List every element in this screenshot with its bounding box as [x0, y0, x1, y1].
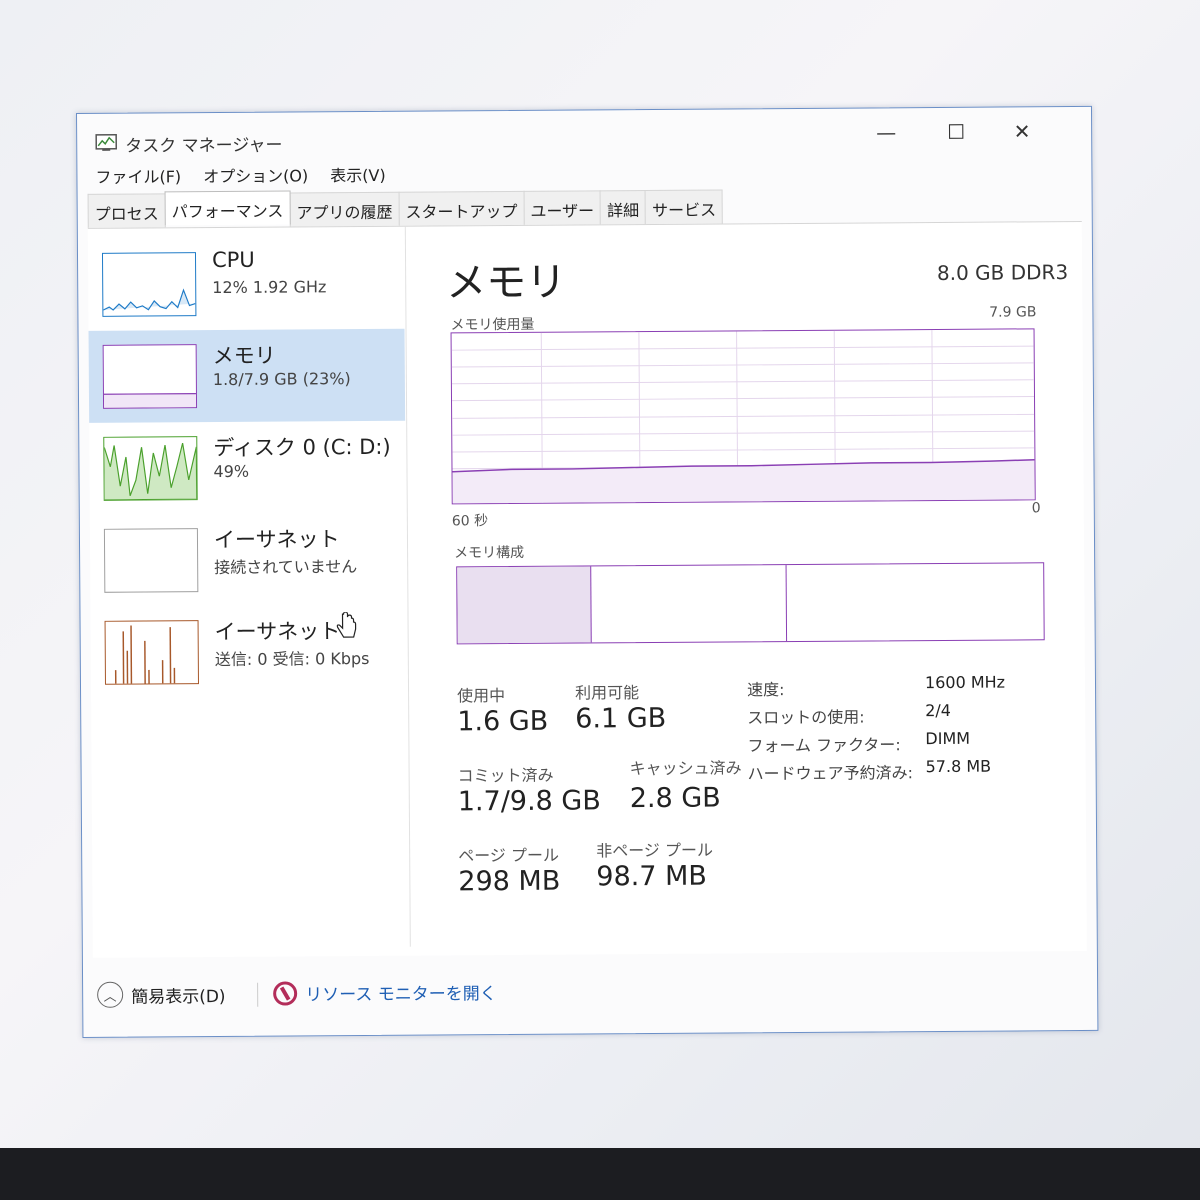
hardware-reserved-label: ハードウェア予約済み:: [747, 763, 914, 784]
graph-time-left: 60 秒: [451, 513, 489, 530]
speed-label: 速度:: [746, 680, 785, 700]
composition-label: メモリ構成: [454, 544, 525, 562]
in-use-value: 1.6 GB: [457, 705, 549, 738]
chevron-up-icon: ︿: [97, 981, 124, 1008]
paged-pool-label: ページ プール: [458, 845, 560, 866]
sidebar-item-title: イーサネット: [213, 527, 340, 553]
maximize-button[interactable]: ☐: [933, 116, 979, 148]
menu-options[interactable]: オプション(O): [203, 162, 308, 191]
task-manager-icon: [95, 133, 118, 151]
tab-app-history[interactable]: アプリの履歴: [289, 191, 400, 227]
simple-view-label: 簡易表示(D): [131, 986, 226, 1008]
menu-file[interactable]: ファイル(F): [95, 163, 181, 192]
menu-view[interactable]: 表示(V): [330, 162, 386, 190]
resource-monitor-icon: [273, 980, 298, 1006]
simple-view-button[interactable]: ︿ 簡易表示(D): [97, 981, 226, 1008]
sidebar-item-subtitle: 12% 1.92 GHz: [212, 277, 327, 298]
tab-processes[interactable]: プロセス: [87, 193, 166, 228]
form-factor-label: フォーム ファクター:: [747, 735, 901, 756]
sidebar-item-subtitle: 1.8/7.9 GB (23%): [212, 369, 351, 390]
available-label: 利用可能: [574, 683, 640, 703]
cached-label: キャッシュ済み: [629, 758, 742, 779]
window-title: タスク マネージャー: [125, 135, 283, 157]
cpu-thumbnail-graph: [101, 252, 197, 317]
sidebar-item-cpu[interactable]: CPU 12% 1.92 GHz: [88, 237, 405, 331]
sidebar-item-memory[interactable]: メモリ 1.8/7.9 GB (23%): [88, 328, 406, 423]
monitor-bezel: [0, 1148, 1200, 1200]
tab-startup[interactable]: スタートアップ: [398, 190, 525, 226]
footer-separator: [257, 982, 259, 1007]
memory-thumbnail-graph: [102, 344, 198, 409]
available-value: 6.1 GB: [575, 702, 667, 735]
sidebar-item-ethernet-2[interactable]: イーサネット 送信: 0 受信: 0 Kbps: [90, 605, 407, 699]
usage-graph-max: 7.9 GB: [989, 304, 1037, 321]
sidebar-item-title: イーサネット: [214, 619, 341, 645]
in-use-label: 使用中: [457, 686, 506, 706]
open-resource-monitor-link[interactable]: リソース モニターを開く: [273, 979, 497, 1006]
speed-value: 1600 MHz: [924, 672, 1006, 693]
graph-time-right: 0: [1031, 500, 1041, 517]
footer-bar: ︿ 簡易表示(D) リソース モニターを開く: [93, 967, 1073, 1014]
committed-value: 1.7/9.8 GB: [457, 785, 601, 818]
nonpaged-pool-label: 非ページ プール: [596, 840, 714, 861]
hardware-reserved-value: 57.8 MB: [925, 756, 992, 777]
menu-bar: ファイル(F) オプション(O) 表示(V): [77, 162, 385, 192]
close-button[interactable]: ✕: [999, 115, 1045, 147]
sidebar-item-title: メモリ: [212, 343, 276, 369]
performance-pane: CPU 12% 1.92 GHz メモリ 1.8/7.9 GB (23%) ディ…: [87, 220, 1087, 958]
nonpaged-pool-value: 98.7 MB: [596, 860, 707, 893]
paged-pool-value: 298 MB: [458, 865, 561, 898]
disk-thumbnail-graph: [103, 436, 198, 501]
sidebar-item-disk[interactable]: ディスク 0 (C: D:) 49%: [89, 421, 406, 515]
task-manager-window: タスク マネージャー — ☐ ✕ ファイル(F) オプション(O) 表示(V) …: [76, 105, 1099, 1038]
ethernet-1-thumbnail-graph: [103, 528, 199, 593]
committed-label: コミット済み: [457, 765, 554, 786]
minimize-button[interactable]: —: [863, 116, 909, 148]
hand-cursor-icon: [336, 612, 357, 638]
tab-performance[interactable]: パフォーマンス: [164, 190, 291, 226]
cached-value: 2.8 GB: [629, 782, 721, 815]
memory-usage-graph: [450, 328, 1036, 505]
sidebar-item-subtitle: 接続されていません: [214, 557, 358, 578]
resource-monitor-label: リソース モニターを開く: [305, 984, 497, 1006]
sidebar-item-title: ディスク 0 (C: D:): [213, 434, 391, 461]
sidebar-item-title: CPU: [211, 247, 255, 273]
memory-detail-panel: メモリ 8.0 GB DDR3 メモリ使用量 7.9 GB 60 秒 0 メモリ…: [428, 222, 1083, 947]
memory-spec: 8.0 GB DDR3: [936, 260, 1069, 285]
tab-details[interactable]: 詳細: [599, 190, 647, 225]
slots-used-value: 2/4: [925, 700, 952, 721]
resource-sidebar: CPU 12% 1.92 GHz メモリ 1.8/7.9 GB (23%) ディ…: [87, 226, 411, 949]
slots-used-label: スロットの使用:: [747, 707, 865, 728]
memory-composition-bar: [456, 562, 1045, 645]
ethernet-2-thumbnail-graph: [104, 620, 199, 685]
page-title: メモリ: [446, 259, 567, 307]
title-bar[interactable]: タスク マネージャー — ☐ ✕: [77, 107, 1091, 160]
tab-services[interactable]: サービス: [644, 189, 724, 225]
sidebar-item-subtitle: 49%: [213, 461, 250, 482]
sidebar-item-subtitle: 送信: 0 受信: 0 Kbps: [214, 648, 370, 670]
tab-users[interactable]: ユーザー: [523, 190, 602, 225]
sidebar-item-ethernet-1[interactable]: イーサネット 接続されていません: [90, 513, 407, 607]
form-factor-value: DIMM: [925, 728, 971, 749]
tab-bar: プロセス パフォーマンス アプリの履歴 スタートアップ ユーザー 詳細 サービス: [87, 189, 724, 228]
